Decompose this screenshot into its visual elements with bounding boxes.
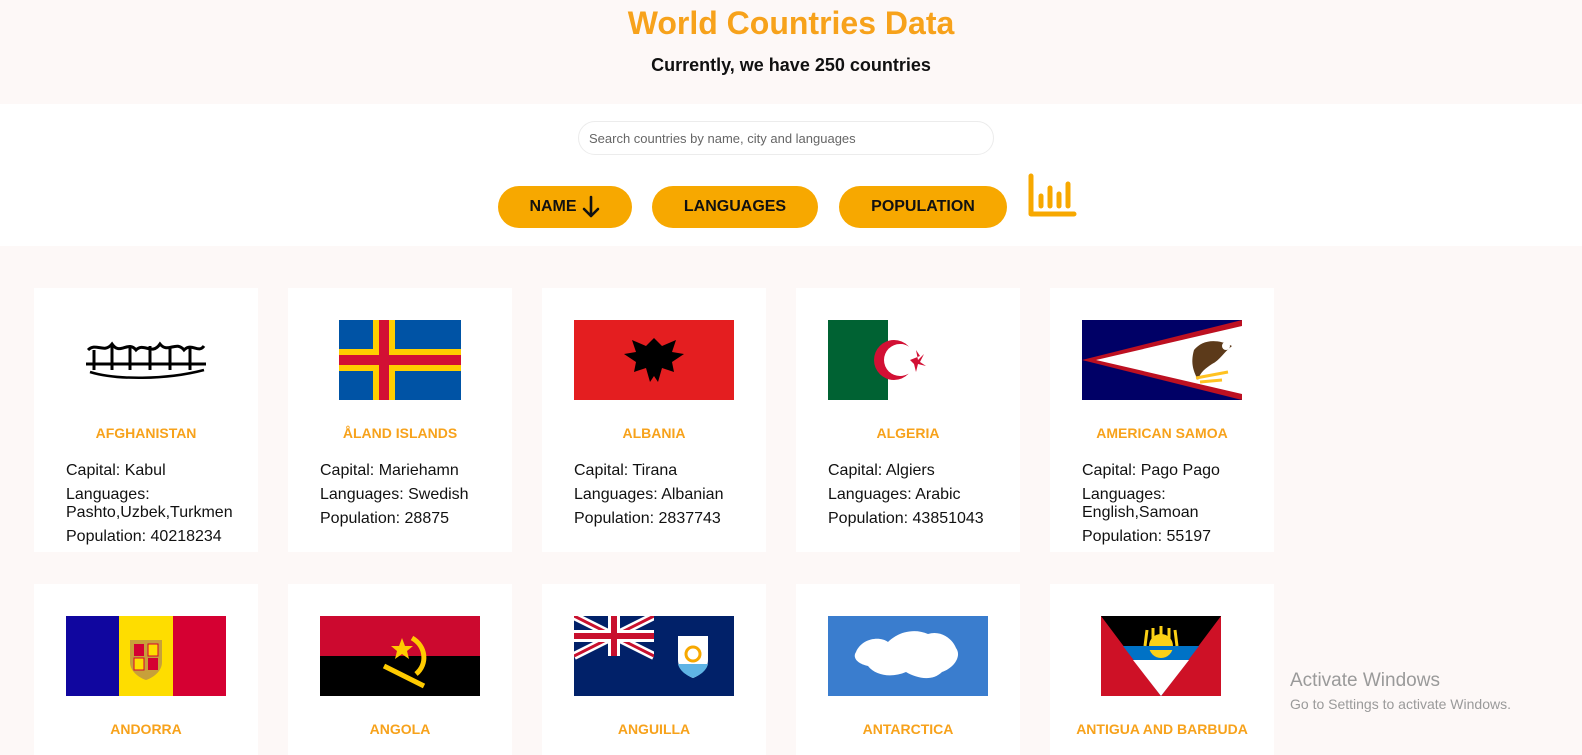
country-name: ALBANIA — [622, 425, 686, 441]
population-value: 43851043 — [912, 510, 984, 527]
country-name: ANTIGUA AND BARBUDA — [1076, 721, 1248, 737]
country-info: Capital: Algiers Languages: Arabic Popul… — [828, 462, 1004, 534]
algeria-flag-icon — [828, 320, 948, 400]
country-info: Capital: Mariehamn Languages: Swedish Po… — [320, 462, 496, 534]
population-value: 2837743 — [658, 510, 721, 527]
country-count: Currently, we have 250 countries — [651, 55, 931, 75]
capital-value: Kabul — [124, 462, 166, 479]
population-label: Population: — [320, 510, 401, 527]
population-label: Population: — [574, 510, 655, 527]
capital-label: Capital: — [828, 462, 883, 479]
country-card[interactable]: AFGHANISTAN Capital: Kabul Languages: Pa… — [34, 288, 258, 552]
search-input[interactable] — [578, 121, 994, 155]
population-label: Population: — [1082, 528, 1163, 545]
sort-languages-button[interactable]: LANGUAGES — [652, 186, 818, 228]
country-card[interactable]: ANTIGUA AND BARBUDA — [1050, 584, 1274, 755]
capital-label: Capital: — [66, 462, 121, 479]
sort-population-button[interactable]: POPULATION — [839, 186, 1007, 228]
country-name: ÅLAND ISLANDS — [342, 425, 458, 441]
antarctica-flag-icon — [828, 616, 988, 696]
languages-label: Languages: — [320, 486, 404, 503]
capital-label: Capital: — [1082, 462, 1137, 479]
languages-value: Pashto,Uzbek,Turkmen — [66, 504, 233, 521]
controls-section: NAME LANGUAGES POPULATION — [0, 104, 1582, 246]
activation-watermark: Activate Windows Go to Settings to activ… — [1290, 670, 1511, 712]
country-card[interactable]: ANGOLA — [288, 584, 512, 755]
population-value: 55197 — [1166, 528, 1212, 545]
country-name: ANDORRA — [110, 721, 182, 737]
capital-label: Capital: — [320, 462, 375, 479]
country-card[interactable]: ALBANIA Capital: Tirana Languages: Alban… — [542, 288, 766, 552]
country-info: Capital: Kabul Languages: Pashto,Uzbek,T… — [66, 462, 242, 552]
country-card[interactable]: ALGERIA Capital: Algiers Languages: Arab… — [796, 288, 1020, 552]
afghanistan-flag-icon — [66, 320, 226, 400]
bar-chart-icon[interactable] — [1027, 172, 1077, 218]
sort-population-label: POPULATION — [871, 198, 975, 215]
andorra-flag-icon — [66, 616, 226, 696]
population-value: 28875 — [404, 510, 450, 527]
angola-flag-icon — [320, 616, 480, 696]
country-card[interactable]: ANTARCTICA — [796, 584, 1020, 755]
country-info: Capital: Pago Pago Languages: English,Sa… — [1082, 462, 1258, 552]
capital-label: Capital: — [574, 462, 629, 479]
antigua-barbuda-flag-icon — [1101, 616, 1221, 696]
sort-name-button[interactable]: NAME — [498, 186, 632, 228]
country-name: ANGOLA — [369, 721, 431, 737]
country-name: AMERICAN SAMOA — [1096, 425, 1228, 441]
languages-value: Swedish — [408, 486, 469, 503]
country-card[interactable]: AMERICAN SAMOA Capital: Pago Pago Langua… — [1050, 288, 1274, 552]
capital-value: Pago Pago — [1140, 462, 1220, 479]
albania-flag-icon — [574, 320, 734, 400]
sort-name-label: NAME — [529, 198, 577, 215]
population-label: Population: — [66, 528, 147, 545]
country-card[interactable]: ÅLAND ISLANDS Capital: Mariehamn Languag… — [288, 288, 512, 552]
page-title: World Countries Data — [627, 5, 955, 41]
sort-languages-label: LANGUAGES — [683, 198, 787, 215]
arrow-down-icon — [582, 195, 599, 218]
anguilla-flag-icon — [574, 616, 734, 696]
languages-label: Languages: — [66, 486, 150, 503]
languages-value: Arabic — [915, 486, 961, 503]
languages-value: English,Samoan — [1082, 504, 1199, 521]
languages-label: Languages: — [574, 486, 658, 503]
country-name: ALGERIA — [876, 425, 940, 441]
aland-flag-icon — [339, 320, 461, 400]
population-value: 40218234 — [150, 528, 222, 545]
watermark-title: Activate Windows — [1290, 670, 1440, 691]
country-name: ANGUILLA — [617, 721, 691, 737]
country-info: Capital: Tirana Languages: Albanian Popu… — [574, 462, 750, 534]
country-name: AFGHANISTAN — [95, 425, 197, 441]
languages-value: Albanian — [661, 486, 724, 503]
capital-value: Tirana — [632, 462, 678, 479]
page-header: World Countries Data Currently, we have … — [0, 0, 1582, 104]
capital-value: Mariehamn — [378, 462, 459, 479]
american-samoa-flag-icon — [1082, 320, 1242, 400]
country-card[interactable]: ANDORRA — [34, 584, 258, 755]
languages-label: Languages: — [1082, 486, 1166, 503]
country-card[interactable]: ANGUILLA — [542, 584, 766, 755]
country-name: ANTARCTICA — [862, 721, 954, 737]
population-label: Population: — [828, 510, 909, 527]
languages-label: Languages: — [828, 486, 912, 503]
watermark-subtitle: Go to Settings to activate Windows. — [1290, 696, 1511, 712]
capital-value: Algiers — [885, 462, 935, 479]
